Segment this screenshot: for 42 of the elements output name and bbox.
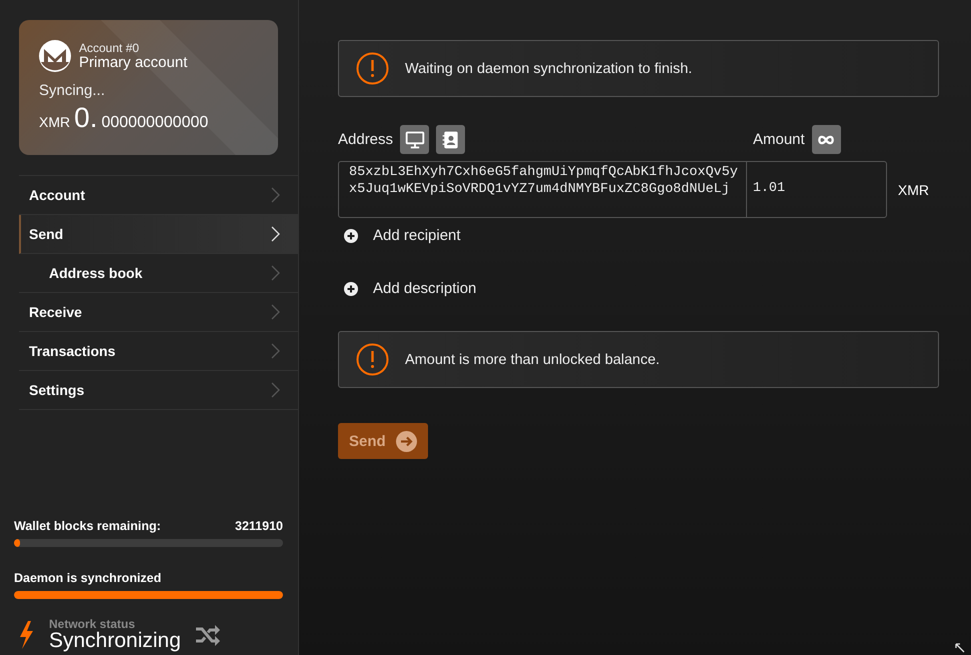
account-number: Account #0 [79, 42, 140, 54]
menu-item[interactable]: Settings [19, 371, 298, 410]
address-book-button[interactable] [436, 125, 466, 154]
network-status-value: Synchronizing [49, 630, 181, 652]
add-link[interactable]: Add description [344, 280, 476, 297]
menu-item[interactable]: Address book [19, 254, 298, 293]
resize-handle-icon [955, 643, 965, 653]
monitor-icon [404, 130, 425, 150]
amount-label: Amount [753, 131, 805, 148]
alert-message: Waiting on daemon synchronization to finish. [405, 60, 692, 76]
chevron-icon [271, 382, 280, 398]
menu-item[interactable]: Send [19, 215, 298, 254]
plus-icon [344, 228, 358, 242]
address-label: Address [338, 131, 394, 148]
alert-message: Amount is more than unlocked balance. [405, 352, 660, 368]
logo-icon [39, 40, 71, 72]
chevron-icon [271, 304, 280, 320]
menu-item[interactable]: Transactions [19, 332, 298, 371]
currency-label: XMR [39, 114, 70, 130]
chevron-icon [271, 226, 280, 242]
add-link[interactable]: Add recipient [344, 227, 461, 244]
balance-fraction: 000000000000 [101, 114, 208, 132]
warning-icon [356, 343, 389, 376]
menu-item[interactable]: Receive [19, 293, 298, 332]
monitor-button[interactable] [400, 125, 430, 154]
currency-label: XMR [898, 182, 929, 198]
network-status-label: Network status [49, 618, 136, 630]
lightning-icon [18, 621, 34, 649]
progress-label: Wallet blocks remaining: [14, 519, 161, 533]
progress-value: 3211910 [235, 519, 283, 533]
arrow-right-icon [396, 430, 417, 452]
chevron-icon [271, 343, 280, 359]
infinity-button[interactable] [812, 125, 841, 154]
warning-icon [356, 52, 389, 85]
balance-integer: 0. [74, 103, 98, 133]
shuffle-icon [194, 624, 221, 646]
plus-icon [344, 282, 358, 296]
sync-status: Syncing... [39, 82, 106, 99]
chevron-icon [271, 265, 280, 281]
chevron-icon [271, 187, 280, 203]
account-name: Primary account [79, 54, 188, 70]
progress-label: Daemon is synchronized [14, 571, 162, 585]
